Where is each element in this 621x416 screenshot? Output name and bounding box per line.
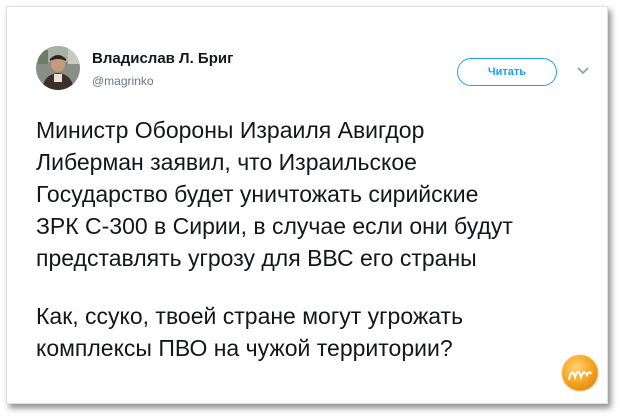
tweet-line: Государство будет уничтожать сирийские	[36, 181, 479, 207]
author-name[interactable]: Владислав Л. Бриг	[92, 50, 233, 67]
avatar-image	[36, 46, 80, 90]
tweet-line: Либерман заявил, что Израильское	[36, 149, 417, 175]
tweet-paragraph-1: Министр Обороны Израиля Авигдор Либерман…	[36, 114, 596, 274]
avatar[interactable]	[36, 46, 80, 90]
follow-button[interactable]: Читать	[457, 58, 557, 86]
tweet-line: Министр Обороны Израиля Авигдор	[36, 117, 425, 143]
chevron-down-icon[interactable]	[576, 64, 590, 78]
screenshot-frame: Владислав Л. Бриг @magrinko Читать Минис…	[0, 0, 621, 416]
tweet-paragraph-2: Как, ссуко, твоей стране могут угрожать …	[36, 300, 596, 364]
site-logo	[560, 353, 600, 393]
tweet-line: представлять угрозу для ВВС его страны	[36, 245, 477, 271]
tweet-line: комплексы ПВО на чужой территории?	[36, 335, 453, 361]
tweet-line: ЗРК С-300 в Сирии, в случае если они буд…	[36, 213, 513, 239]
follow-button-label: Читать	[487, 66, 527, 78]
author-handle[interactable]: @magrinko	[92, 74, 154, 88]
tweet-line: Как, ссуко, твоей стране могут угрожать	[36, 303, 464, 329]
